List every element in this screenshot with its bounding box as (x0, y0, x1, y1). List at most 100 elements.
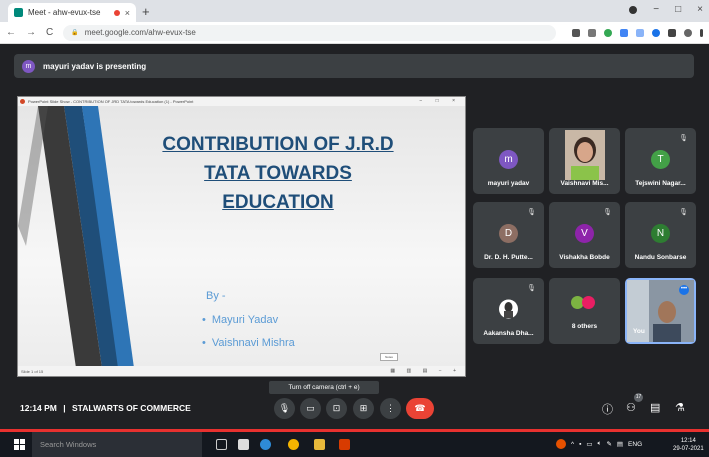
minimize-button[interactable]: − (653, 4, 659, 15)
notification-icon[interactable]: ▤ (617, 440, 623, 448)
slide-title-line3: EDUCATION (222, 192, 334, 213)
tab-title: Meet - ahw-evux-tse (28, 8, 101, 17)
participant-tile-others[interactable]: 8 others (549, 278, 620, 344)
more-options-icon[interactable]: ••• (679, 285, 689, 295)
mic-off-icon: 🎙︎ (527, 285, 536, 292)
puzzle-icon[interactable] (668, 28, 676, 37)
meeting-info: 12:14 PM | STALWARTS OF COMMERCE (20, 403, 191, 413)
participant-name: Dr. D. H. Putte... (484, 254, 533, 261)
close-window-button[interactable]: × (697, 4, 703, 15)
participant-tile[interactable]: 🎙︎ N Nandu Sonbarse (625, 202, 696, 268)
extension-blue-icon[interactable] (620, 28, 628, 37)
presentation-window-title: PowerPoint Slide Show - CONTRIBUTION OF … (28, 99, 194, 104)
taskbar-clock[interactable]: 12:14 29-07-2021 (673, 437, 704, 453)
presenter-avatar: m (22, 59, 35, 73)
slide-decoration-stripes (18, 106, 134, 368)
camera-button[interactable]: ▭ (300, 398, 321, 419)
chrome-icon[interactable] (288, 439, 299, 450)
slide-counter: Slide 1 of 15 (21, 368, 44, 374)
tray-overflow-icon[interactable]: ^ (571, 441, 574, 448)
slide-title-line2: TATA TOWARDS (204, 163, 352, 184)
taskbar-date: 29-07-2021 (673, 446, 704, 452)
star-icon[interactable] (588, 28, 596, 37)
slide-title: CONTRIBUTION OF J.R.D TATA TOWARDS EDUCA… (138, 130, 418, 217)
pen-icon[interactable]: ✎ (606, 440, 611, 448)
forward-button[interactable]: → (26, 27, 36, 38)
notes-button[interactable]: Notes (380, 353, 398, 361)
back-button[interactable]: ← (6, 27, 16, 38)
participant-name: mayuri yadav (487, 180, 530, 187)
language-indicator[interactable]: ENG (628, 441, 642, 448)
browser-tab-strip: Meet - ahw-evux-tse × + − □ × (0, 0, 709, 22)
slide-by: By - (206, 290, 226, 302)
chat-icon[interactable]: ▤ (650, 401, 660, 414)
participant-name: Nandu Sonbarse (634, 254, 687, 261)
lock-icon: 🔒 (71, 30, 79, 36)
self-view-tile[interactable]: ••• You (625, 278, 696, 344)
meeting-info-separator: | (63, 403, 66, 413)
mic-icon: 🎙︎ (278, 403, 291, 413)
captions-button[interactable]: ⊡ (326, 398, 347, 419)
info-icon[interactable]: ⓘ (602, 401, 613, 417)
maximize-button[interactable]: □ (675, 4, 681, 15)
slide-author-bullet: Mayuri Yadav (202, 314, 278, 326)
people-icon[interactable]: ⚇ (626, 401, 636, 414)
leave-call-button[interactable]: ☎ (406, 398, 434, 419)
battery-icon[interactable]: ▭ (586, 440, 592, 448)
presentation-window-controls: − □ × (419, 98, 461, 104)
avatar (499, 299, 518, 319)
participant-tile[interactable]: m mayuri yadav (473, 128, 544, 194)
volume-icon[interactable]: 🔈︎ (598, 440, 602, 448)
microphone-button[interactable]: 🎙︎ (274, 398, 295, 419)
more-options-button[interactable]: ⋮ (380, 398, 401, 419)
windows-taskbar: Search Windows ^ ▪ ▭ 🔈︎ ✎ ▤ ENG 12:14 29… (0, 432, 709, 457)
powerpoint-icon (20, 99, 25, 104)
tray-app-icon[interactable] (556, 439, 566, 449)
view-controls[interactable]: ▦ ▥ ▤ − + (390, 368, 461, 374)
profile-avatar-icon[interactable] (684, 28, 692, 37)
store-icon[interactable] (238, 439, 249, 450)
camera-tooltip: Turn off camera (ctrl + e) (269, 381, 379, 394)
avatar: V (575, 224, 594, 243)
present-screen-icon: ⊞ (359, 403, 368, 413)
participant-tile[interactable]: 🎙︎ D Dr. D. H. Putte... (473, 202, 544, 268)
participant-tile[interactable]: 🎙︎ Aakansha Dha... (473, 278, 544, 344)
camera-indicator-icon[interactable] (572, 28, 580, 37)
new-tab-button[interactable]: + (142, 4, 150, 19)
taskbar-search[interactable]: Search Windows (32, 432, 202, 457)
participant-tile[interactable]: Vaishnavi Mis... (549, 128, 620, 194)
kebab-icon: ⋮ (386, 403, 395, 413)
slide-author-bullet: Vaishnavi Mishra (202, 337, 295, 349)
participant-video-feed (565, 130, 605, 180)
tab-close-icon[interactable]: × (125, 8, 130, 18)
camera-icon: ▭ (306, 403, 315, 413)
participant-tile[interactable]: 🎙︎ T Tejswini Nagar... (625, 128, 696, 194)
extension-doc-icon[interactable] (636, 28, 644, 37)
activities-icon[interactable]: ⚗ (675, 401, 685, 414)
mic-off-icon: 🎙︎ (679, 135, 688, 142)
present-button[interactable]: ⊞ (353, 398, 374, 419)
taskbar-time: 12:14 (680, 438, 696, 444)
edge-icon[interactable] (260, 439, 271, 450)
others-avatar (582, 296, 595, 309)
browser-tab-meet[interactable]: Meet - ahw-evux-tse × (8, 3, 136, 22)
menu-kebab-icon[interactable] (700, 28, 703, 37)
url-text: meet.google.com/ahw-evux-tse (84, 28, 196, 37)
extension-green-icon[interactable] (604, 28, 612, 37)
participant-tile[interactable]: 🎙︎ V Vishakha Bobde (549, 202, 620, 268)
participant-name: Tejswini Nagar... (635, 180, 686, 187)
file-explorer-icon[interactable] (314, 439, 325, 450)
presentation-window: PowerPoint Slide Show - CONTRIBUTION OF … (17, 96, 466, 377)
extension-shield-icon[interactable] (652, 28, 660, 37)
acrobat-icon[interactable] (339, 439, 350, 450)
task-view-icon[interactable] (216, 439, 227, 450)
url-field[interactable]: 🔒 meet.google.com/ahw-evux-tse (63, 24, 556, 41)
avatar: T (651, 150, 670, 169)
participant-name: 8 others (571, 323, 598, 330)
network-icon[interactable]: ▪ (579, 441, 581, 448)
reload-button[interactable]: C (46, 27, 53, 38)
system-tray: ^ ▪ ▭ 🔈︎ ✎ ▤ ENG (556, 439, 642, 449)
windows-start-icon[interactable] (14, 439, 25, 450)
profile-dot-icon[interactable] (629, 6, 638, 14)
mic-off-icon: 🎙︎ (603, 209, 612, 216)
